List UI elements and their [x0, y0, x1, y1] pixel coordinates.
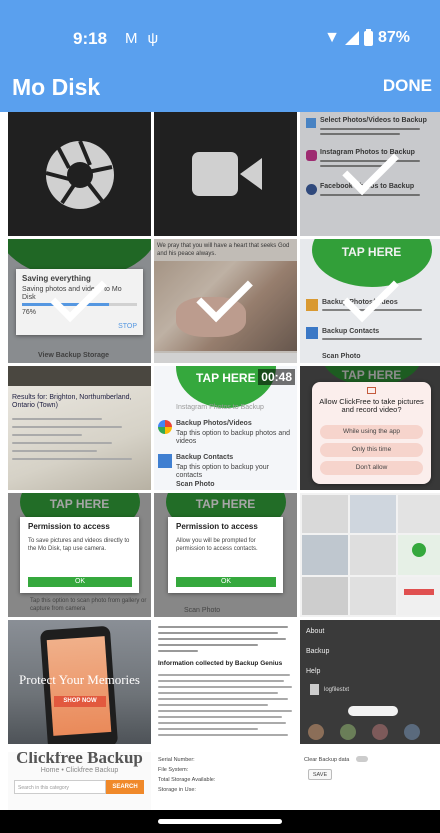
- setting-label: Clear Backup data: [304, 757, 350, 763]
- dialog-title: Permission to access: [28, 522, 110, 531]
- shop-now-button: SHOP NOW: [54, 696, 106, 707]
- selected-overlay: [154, 239, 297, 363]
- media-thumb-video-recording[interactable]: TAP HERE 00:48 Instagram Photos to Backu…: [154, 366, 297, 490]
- save-button: SAVE: [308, 769, 332, 780]
- battery-percent: 87%: [377, 29, 410, 46]
- media-thumb-screenshot-menu[interactable]: Select Photos/Videos to Backup Instagram…: [300, 112, 440, 236]
- battery-icon: [363, 28, 373, 46]
- media-thumb-camera-permission[interactable]: TAP HERE Allow ClickFree to take picture…: [300, 366, 440, 490]
- media-thumb-camera[interactable]: [8, 112, 151, 236]
- signal-icon: [344, 31, 359, 45]
- info-row: Total Storage Available:: [158, 777, 216, 783]
- info-row: Storage in Use:: [158, 787, 196, 793]
- media-thumb-app-drawer[interactable]: About Backup Help logfilestxt: [300, 620, 440, 744]
- media-grid-partial-row: Clickfree Backup Home • Clickfree Backup…: [8, 752, 440, 810]
- site-search-button: SEARCH: [106, 780, 144, 794]
- status-notification-icons: Mψ: [125, 30, 168, 47]
- video-duration: 00:48: [258, 369, 295, 385]
- media-grid: Select Photos/Videos to Backup Instagram…: [8, 112, 440, 752]
- checkmark-icon: [341, 265, 399, 323]
- permission-dialog: Allow ClickFree to take pictures and rec…: [312, 382, 431, 484]
- policy-heading: Information collected by Backup Genius: [158, 660, 283, 667]
- dialog-body: Allow you will be prompted for permissio…: [176, 538, 258, 552]
- status-time: 9:18: [73, 29, 108, 48]
- thumb-text: Instagram Photos to Backup: [176, 404, 264, 411]
- dialog-body: To save pictures and videos directly to …: [28, 538, 130, 552]
- app-bar: Mo Disk DONE: [0, 70, 440, 112]
- media-thumb-storage-info[interactable]: Serial Number: File System: Total Storag…: [154, 752, 297, 810]
- media-thumb-protect-memories[interactable]: Protect Your Memories SHOP NOW: [8, 620, 151, 744]
- site-search-input: Search in this category: [14, 780, 106, 794]
- checkmark-icon: [49, 265, 107, 323]
- home-gesture-handle[interactable]: [158, 819, 282, 824]
- site-title: Clickfree Backup: [16, 752, 143, 767]
- thumb-text: Tap this option to backup photos and vid…: [176, 430, 291, 445]
- dialog-title: Permission to access: [176, 522, 258, 531]
- done-button[interactable]: DONE: [383, 76, 432, 96]
- media-thumb-settings[interactable]: Clear Backup data SAVE: [300, 752, 440, 810]
- thumb-text: Backup Photos/Videos: [176, 420, 252, 427]
- thumb-text: Results for: Brighton, Northumberland, O…: [12, 394, 132, 409]
- tap-here-label: TAP HERE: [196, 371, 256, 385]
- toggle-switch: [356, 756, 368, 762]
- permission-option: Only this time: [320, 443, 423, 457]
- thumb-text: Scan Photo: [176, 481, 215, 488]
- media-thumb-permission-camera[interactable]: TAP HERE Permission to access To save pi…: [8, 493, 151, 617]
- contacts-icon: [158, 454, 172, 468]
- selected-overlay: [300, 239, 440, 363]
- media-thumb-clickfree-site[interactable]: Clickfree Backup Home • Clickfree Backup…: [8, 752, 151, 810]
- menu-about: About: [306, 628, 325, 635]
- permission-dialog: Permission to access To save pictures an…: [20, 517, 139, 593]
- usb-icon: ψ: [147, 30, 169, 47]
- checkmark-icon: [341, 138, 399, 196]
- google-photos-icon: [158, 420, 172, 434]
- media-thumb-permission-contacts[interactable]: TAP HERE Permission to access Allow you …: [154, 493, 297, 617]
- status-bar: 9:18 Mψ ▼ 87%: [0, 0, 440, 70]
- navigation-bar: [0, 810, 440, 833]
- file-name: logfilestxt: [324, 687, 350, 693]
- media-thumb-collage[interactable]: [300, 493, 440, 617]
- thumb-text: Scan Photo: [184, 607, 221, 614]
- thumb-text: Backup Contacts: [176, 454, 234, 461]
- media-thumb-monitor-photo[interactable]: Results for: Brighton, Northumberland, O…: [8, 366, 151, 490]
- selected-overlay: [300, 112, 440, 236]
- permission-option: Don't allow: [320, 461, 423, 475]
- media-thumb-video[interactable]: [154, 112, 297, 236]
- media-thumb-backup-menu[interactable]: TAP HERE Backup Photos/Videos Backup Con…: [300, 239, 440, 363]
- info-row: File System:: [158, 767, 189, 773]
- permission-dialog: Permission to access Allow you will be p…: [168, 517, 283, 593]
- menu-help: Help: [306, 668, 321, 675]
- gmail-icon: M: [125, 30, 148, 47]
- camera-shutter-icon: [45, 140, 114, 209]
- status-right-icons: ▼ 87%: [324, 28, 410, 47]
- menu-backup: Backup: [306, 648, 330, 655]
- app-title: Mo Disk: [12, 74, 101, 100]
- dialog-title: Allow ClickFree to take pictures and rec…: [319, 397, 424, 414]
- selected-overlay: [8, 239, 151, 363]
- ok-button: OK: [28, 577, 132, 587]
- ok-button: OK: [176, 577, 276, 587]
- camera-icon: [367, 387, 376, 394]
- video-camera-icon: [192, 152, 262, 196]
- wifi-icon: ▼: [324, 29, 340, 46]
- permission-option: While using the app: [320, 425, 423, 439]
- thumb-text: Tap this option to backup your contacts: [176, 464, 270, 479]
- promo-headline: Protect Your Memories: [19, 672, 140, 687]
- site-breadcrumb: Home • Clickfree Backup: [40, 767, 119, 774]
- media-thumb-saving[interactable]: Saving everything Saving photos and vide…: [8, 239, 151, 363]
- media-thumb-privacy-policy[interactable]: Information collected by Backup Genius: [154, 620, 297, 744]
- info-row: Serial Number:: [158, 757, 195, 763]
- media-thumb-baby-photo[interactable]: We pray that you will have a heart that …: [154, 239, 297, 363]
- thumb-text: Tap this option to scan photo from galle…: [30, 598, 147, 612]
- checkmark-icon: [195, 265, 253, 323]
- file-icon: [310, 684, 319, 695]
